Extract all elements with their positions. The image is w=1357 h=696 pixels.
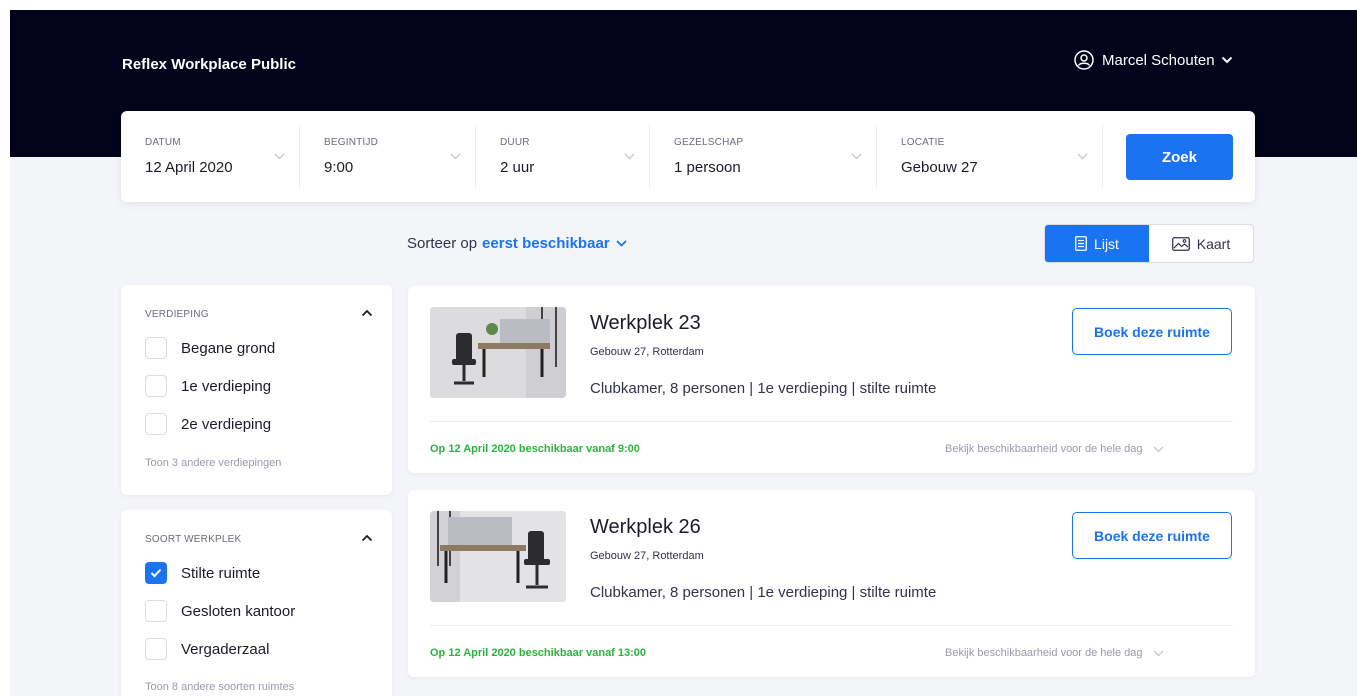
divider [430, 625, 1233, 626]
chevron-down-icon [450, 153, 461, 160]
show-more-types-link[interactable]: Toon 8 andere soorten ruimtes [145, 681, 294, 693]
app-title: Reflex Workplace Public [122, 56, 296, 73]
book-button[interactable]: Boek deze ruimte [1072, 308, 1232, 355]
divider [430, 421, 1233, 422]
workplace-photo [430, 307, 566, 398]
option-label: Vergaderzaal [181, 640, 270, 658]
location-field[interactable]: LOCATIE Gebouw 27 [877, 125, 1103, 189]
user-menu[interactable]: Marcel Schouten [1074, 50, 1241, 70]
duration-value: 2 uur [500, 159, 535, 176]
location-label: LOCATIE [901, 137, 945, 148]
availability-text: Op 12 April 2020 beschikbaar vanaf 13:00 [430, 647, 647, 659]
floor-option-1[interactable]: 1e verdieping [145, 375, 271, 397]
show-more-floors-link[interactable]: Toon 3 andere verdiepingen [145, 457, 281, 469]
option-label: Stilte ruimte [181, 564, 261, 582]
user-icon [1074, 50, 1094, 70]
user-name: Marcel Schouten [1102, 51, 1215, 69]
checkbox-checked[interactable] [145, 562, 167, 584]
result-title: Werkplek 26 [590, 516, 701, 538]
date-value: 12 April 2020 [145, 159, 233, 176]
sort-dropdown[interactable]: eerst beschikbaar [482, 235, 610, 252]
start-time-label: BEGINTIJD [324, 137, 379, 148]
workplace-photo [430, 511, 566, 602]
chevron-down-icon [274, 153, 285, 160]
list-view-label: Lijst [1094, 235, 1119, 252]
option-label: Begane grond [181, 339, 276, 357]
date-label: DATUM [145, 137, 181, 148]
company-field[interactable]: GEZELSCHAP 1 persoon [650, 125, 877, 189]
list-icon [1075, 236, 1087, 251]
day-availability-label: Bekijk beschikbaarheid voor de hele dag [945, 443, 1143, 455]
checkbox[interactable] [145, 337, 167, 359]
filter-workplace-type: SOORT WERKPLEK Stilte ruimte Gesloten ka… [121, 510, 392, 696]
result-info: Clubkamer, 8 personen | 1e verdieping | … [590, 380, 937, 397]
filter-floor-title: VERDIEPING [145, 309, 209, 320]
result-location: Gebouw 27, Rotterdam [590, 346, 704, 358]
duration-field[interactable]: DUUR 2 uur [476, 125, 650, 189]
option-label: 1e verdieping [181, 377, 272, 395]
day-availability-link[interactable]: Bekijk beschikbaarheid voor de hele dag [945, 443, 1164, 455]
map-icon [1171, 236, 1190, 251]
search-bar: DATUM 12 April 2020 BEGINTIJD 9:00 DUUR … [121, 111, 1255, 202]
option-label: Gesloten kantoor [181, 602, 296, 620]
start-time-field[interactable]: BEGINTIJD 9:00 [300, 125, 476, 189]
search-button[interactable]: Zoek [1126, 134, 1233, 180]
chevron-up-icon[interactable] [361, 534, 373, 542]
chevron-down-icon[interactable] [615, 240, 627, 247]
floor-option-2[interactable]: 2e verdieping [145, 413, 271, 435]
result-info: Clubkamer, 8 personen | 1e verdieping | … [590, 584, 937, 601]
chevron-down-icon [851, 153, 862, 160]
filter-floor: VERDIEPING Begane grond 1e verdieping 2e… [121, 285, 392, 495]
view-toggle: Lijst Kaart [1044, 224, 1254, 263]
location-value: Gebouw 27 [901, 159, 978, 176]
map-view-button[interactable]: Kaart [1149, 225, 1253, 262]
chevron-up-icon[interactable] [361, 309, 373, 317]
book-button[interactable]: Boek deze ruimte [1072, 512, 1232, 559]
company-label: GEZELSCHAP [674, 137, 744, 148]
filter-type-title: SOORT WERKPLEK [145, 534, 242, 545]
duration-label: DUUR [500, 137, 530, 148]
checkbox[interactable] [145, 413, 167, 435]
start-time-value: 9:00 [324, 159, 354, 176]
result-location: Gebouw 27, Rotterdam [590, 550, 704, 562]
checkbox[interactable] [145, 600, 167, 622]
type-option-meeting-room[interactable]: Vergaderzaal [145, 638, 269, 660]
sort-prefix: Sorteer op [407, 235, 478, 252]
chevron-down-icon [1153, 650, 1163, 656]
date-field[interactable]: DATUM 12 April 2020 [121, 125, 300, 189]
result-card: Werkplek 26 Gebouw 27, Rotterdam Clubkam… [408, 490, 1255, 677]
checkbox[interactable] [145, 638, 167, 660]
chevron-down-icon [624, 153, 635, 160]
page-background: Reflex Workplace Public Marcel Schouten … [10, 10, 1357, 696]
chevron-down-icon [1153, 446, 1163, 452]
map-view-label: Kaart [1196, 235, 1231, 252]
list-view-button[interactable]: Lijst [1045, 225, 1149, 262]
result-card: Werkplek 23 Gebouw 27, Rotterdam Clubkam… [408, 286, 1255, 473]
type-option-silence[interactable]: Stilte ruimte [145, 562, 260, 584]
type-option-closed-office[interactable]: Gesloten kantoor [145, 600, 295, 622]
chevron-down-icon [1077, 153, 1088, 160]
checkbox[interactable] [145, 375, 167, 397]
availability-text: Op 12 April 2020 beschikbaar vanaf 9:00 [430, 443, 640, 455]
result-title: Werkplek 23 [590, 312, 701, 334]
sort-control: Sorteer op eerst beschikbaar [407, 235, 627, 252]
checkmark-icon [150, 568, 162, 578]
day-availability-label: Bekijk beschikbaarheid voor de hele dag [945, 647, 1143, 659]
chevron-down-icon [1221, 56, 1232, 64]
floor-option-ground[interactable]: Begane grond [145, 337, 275, 359]
company-value: 1 persoon [674, 159, 741, 176]
option-label: 2e verdieping [181, 415, 272, 433]
day-availability-link[interactable]: Bekijk beschikbaarheid voor de hele dag [945, 647, 1164, 659]
